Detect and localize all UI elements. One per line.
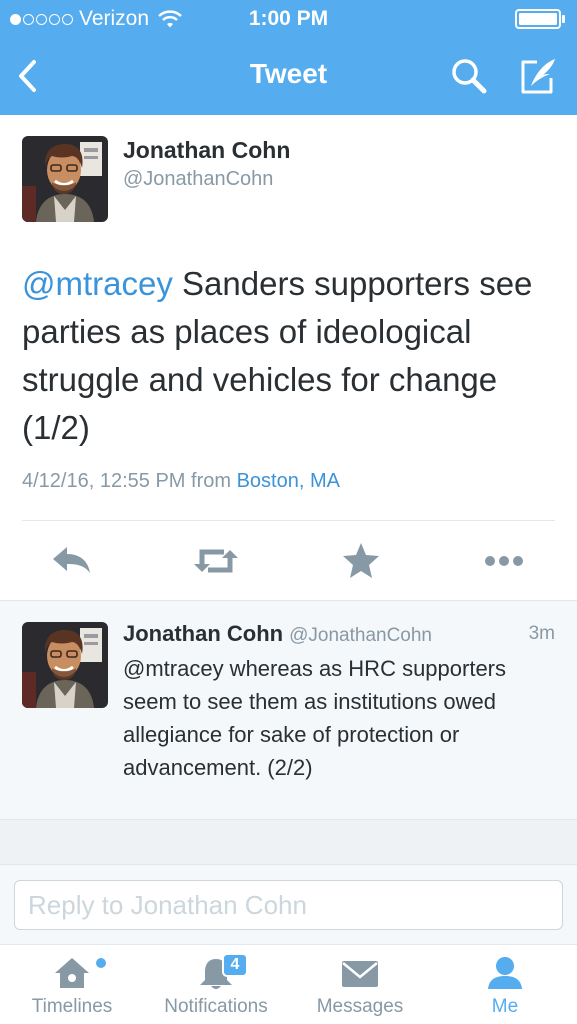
- page-title: Tweet: [249, 58, 328, 89]
- main-tweet: Jonathan Cohn @JonathanCohn @mtracey San…: [0, 115, 577, 601]
- search-icon[interactable]: [449, 56, 489, 96]
- compose-icon[interactable]: [517, 56, 559, 96]
- tab-me[interactable]: Me: [445, 945, 565, 1024]
- reply-text: @mtracey whereas as HRC supporters seem …: [123, 656, 507, 780]
- person-icon: [488, 957, 522, 989]
- reply-header: Jonathan Cohn @JonathanCohn 3m: [123, 621, 555, 647]
- reply-author-name[interactable]: Jonathan Cohn: [123, 621, 283, 646]
- unread-dot: [96, 958, 106, 968]
- envelope-icon: [342, 961, 378, 987]
- tab-label: Me: [491, 996, 519, 1017]
- home-icon: [55, 958, 89, 988]
- tweet-actions: [0, 535, 577, 590]
- reply-input[interactable]: [14, 880, 563, 930]
- tab-label: Timelines: [31, 996, 113, 1017]
- mention-link[interactable]: @mtracey: [22, 265, 173, 302]
- app-header: Verizon 1:00 PM Tweet: [0, 0, 577, 115]
- avatar[interactable]: [22, 622, 108, 708]
- more-icon[interactable]: [480, 539, 528, 583]
- divider: [22, 520, 555, 521]
- status-time: 1:00 PM: [248, 7, 329, 30]
- status-bar: Verizon 1:00 PM: [0, 0, 577, 38]
- nav-bar: Tweet: [0, 38, 577, 115]
- reply-icon[interactable]: [48, 539, 96, 583]
- tab-bar: Timelines 4 Notifications Messages Me: [0, 944, 577, 1024]
- favorite-icon[interactable]: [337, 539, 385, 583]
- retweet-icon[interactable]: [192, 539, 240, 583]
- reply-bar: [0, 864, 577, 944]
- battery-icon: [515, 9, 565, 29]
- from-label: from: [191, 470, 232, 492]
- location-link[interactable]: Boston, MA: [237, 470, 340, 492]
- notification-badge: 4: [222, 953, 248, 977]
- tweet-timestamp: 4/12/16, 12:55 PM: [22, 470, 186, 492]
- tweet-text: @mtracey Sanders supporters see parties …: [22, 260, 542, 452]
- tab-notifications[interactable]: 4 Notifications: [150, 945, 282, 1024]
- tweet-meta: 4/12/16, 12:55 PM from Boston, MA: [22, 470, 340, 493]
- tab-label: Notifications: [164, 996, 268, 1017]
- spacer: [0, 820, 577, 864]
- reply-tweet[interactable]: Jonathan Cohn @JonathanCohn 3m @mtracey w…: [0, 601, 577, 820]
- author-name[interactable]: Jonathan Cohn: [123, 137, 290, 164]
- tab-label: Messages: [316, 996, 404, 1017]
- tab-messages[interactable]: Messages: [300, 945, 420, 1024]
- avatar[interactable]: [22, 136, 108, 222]
- tab-timelines[interactable]: Timelines: [12, 945, 132, 1024]
- author-handle[interactable]: @JonathanCohn: [123, 168, 273, 191]
- reply-time: 3m: [528, 623, 555, 644]
- reply-author-handle[interactable]: @JonathanCohn: [289, 625, 432, 646]
